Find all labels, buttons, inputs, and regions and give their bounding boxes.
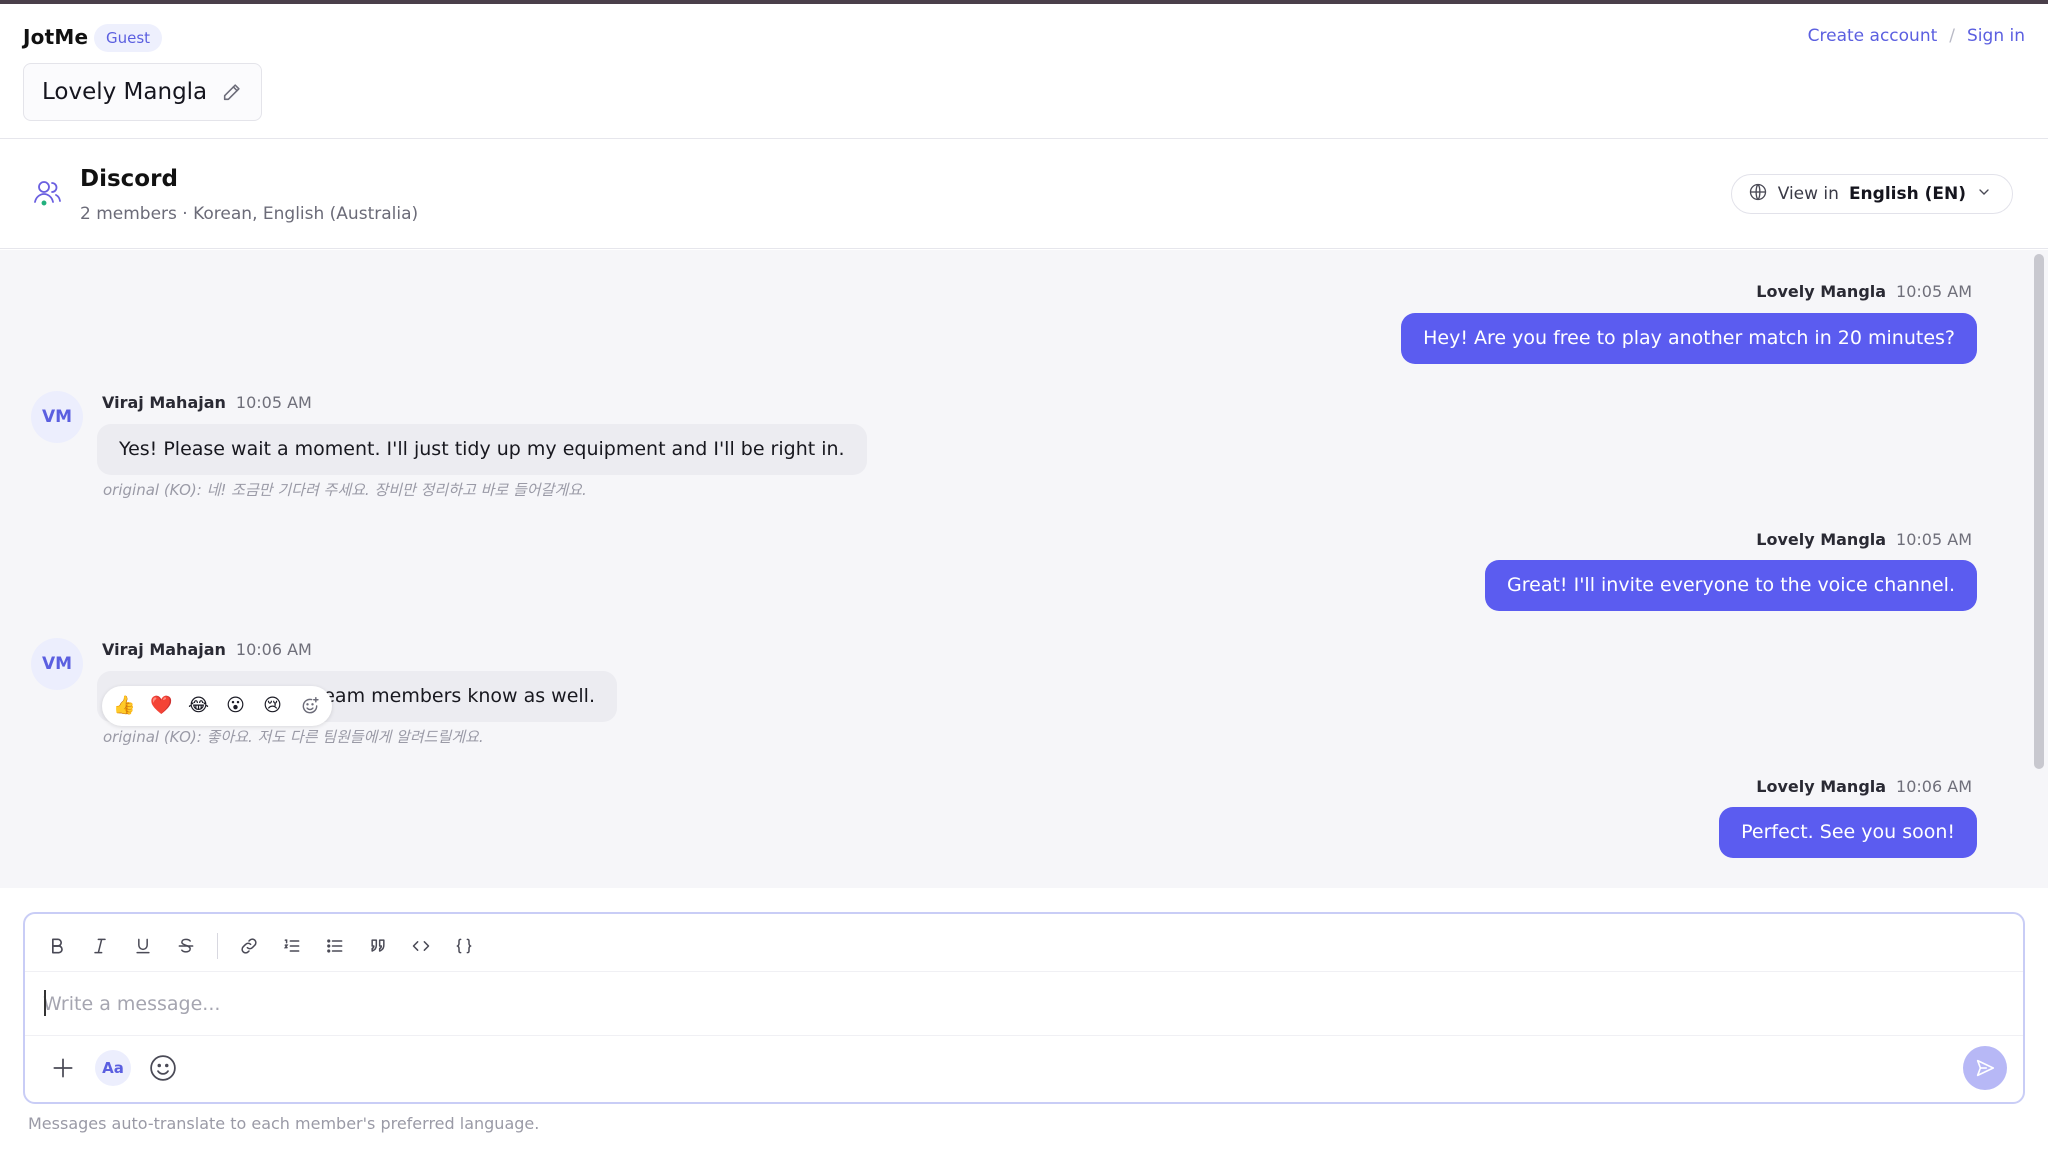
- composer-divider: [25, 971, 2023, 972]
- channel-meta: 2 members · Korean, English (Australia): [80, 204, 419, 224]
- pencil-icon[interactable]: [221, 81, 243, 103]
- app-header: JotMe Guest Create account / Sign in Lov…: [0, 4, 2048, 139]
- code-block-icon[interactable]: [448, 930, 480, 962]
- ordered-list-icon[interactable]: [276, 930, 308, 962]
- language-value: English (EN): [1848, 184, 1966, 204]
- reaction-wow[interactable]: 😮: [219, 690, 252, 722]
- outgoing-message-bubble[interactable]: Perfect. See you soon!: [1719, 807, 1977, 858]
- message-list[interactable]: Lovely Mangla 10:05 AM Hey! Are you free …: [0, 250, 2030, 888]
- bullet-list-icon[interactable]: [319, 930, 351, 962]
- composer-actions: Aa: [45, 1050, 181, 1086]
- message-author: Lovely Mangla: [1756, 777, 1887, 796]
- text-caret: [44, 990, 46, 1016]
- message-time: 10:05 AM: [1896, 282, 1972, 301]
- link-icon[interactable]: [233, 930, 265, 962]
- language-selector[interactable]: View in English (EN): [1730, 174, 2013, 214]
- bold-icon[interactable]: [41, 930, 73, 962]
- outgoing-message-bubble[interactable]: Great! I'll invite everyone to the voice…: [1485, 560, 1977, 611]
- brand-logo[interactable]: JotMe: [23, 25, 88, 49]
- reaction-laugh[interactable]: 😂: [182, 690, 215, 722]
- conversation-name-field[interactable]: Lovely Mangla: [23, 63, 263, 121]
- toolbar-divider: [217, 933, 218, 959]
- italic-icon[interactable]: [84, 930, 116, 962]
- message-meta: Lovely Mangla 10:05 AM: [1756, 282, 1972, 301]
- conversation-name: Lovely Mangla: [42, 79, 208, 105]
- message-author: Viraj Mahajan: [102, 640, 226, 659]
- reaction-picker: 👍 ❤️ 😂 😮 😢: [102, 686, 332, 726]
- auth-separator: /: [1949, 26, 1956, 46]
- reaction-thumbs-up[interactable]: 👍: [108, 690, 141, 722]
- send-button[interactable]: [1963, 1046, 2007, 1090]
- message-time: 10:06 AM: [1896, 777, 1972, 796]
- original-text: original (KO): 좋아요. 저도 다른 팀원들에게 알려드릴게요.: [103, 728, 484, 746]
- text-format-button[interactable]: Aa: [95, 1050, 131, 1086]
- guest-badge: Guest: [94, 24, 163, 52]
- message-composer: Aa: [23, 912, 2025, 1104]
- reaction-heart[interactable]: ❤️: [145, 690, 178, 722]
- view-in-label: View in: [1777, 184, 1839, 204]
- strikethrough-icon[interactable]: [170, 930, 202, 962]
- outgoing-message-bubble[interactable]: Hey! Are you free to play another match …: [1401, 313, 1977, 364]
- code-icon[interactable]: [405, 930, 437, 962]
- message-author: Viraj Mahajan: [102, 393, 226, 412]
- create-account-link[interactable]: Create account: [1808, 26, 1938, 46]
- sign-in-link[interactable]: Sign in: [1967, 26, 2025, 46]
- message-meta: Lovely Mangla 10:06 AM: [1756, 777, 1972, 796]
- original-text: original (KO): 네! 조금만 기다려 주세요. 장비만 정리하고 …: [103, 481, 587, 499]
- auth-links: Create account / Sign in: [1808, 26, 2025, 46]
- scrollbar-thumb[interactable]: [2034, 254, 2044, 769]
- message-time: 10:05 AM: [1896, 530, 1972, 549]
- composer-divider: [25, 1035, 2023, 1036]
- channel-title: Discord: [80, 166, 178, 192]
- message-time: 10:05 AM: [235, 393, 312, 412]
- message-input[interactable]: [43, 980, 1983, 1028]
- message-meta: Lovely Mangla 10:05 AM: [1756, 530, 1972, 549]
- formatting-toolbar: [41, 930, 480, 962]
- members-icon: [32, 177, 64, 209]
- chevron-down-icon: [1976, 184, 1992, 205]
- quote-icon[interactable]: [362, 930, 394, 962]
- underline-icon[interactable]: [127, 930, 159, 962]
- avatar[interactable]: VM: [31, 638, 83, 690]
- avatar[interactable]: VM: [31, 391, 83, 443]
- message-author: Lovely Mangla: [1756, 530, 1887, 549]
- plus-icon[interactable]: [45, 1050, 81, 1086]
- incoming-message-bubble[interactable]: Yes! Please wait a moment. I'll just tid…: [97, 424, 867, 475]
- message-meta: Viraj Mahajan 10:05 AM: [102, 393, 312, 412]
- message-author: Lovely Mangla: [1756, 282, 1887, 301]
- message-time: 10:06 AM: [235, 640, 312, 659]
- globe-icon: [1748, 182, 1768, 207]
- reaction-sad[interactable]: 😢: [256, 690, 289, 722]
- emoji-icon[interactable]: [145, 1050, 181, 1086]
- add-reaction-icon[interactable]: [293, 690, 326, 722]
- channel-bar: Discord 2 members · Korean, English (Aus…: [0, 140, 2048, 249]
- composer-footnote: Messages auto-translate to each member's…: [28, 1114, 540, 1133]
- message-meta: Viraj Mahajan 10:06 AM: [102, 640, 312, 659]
